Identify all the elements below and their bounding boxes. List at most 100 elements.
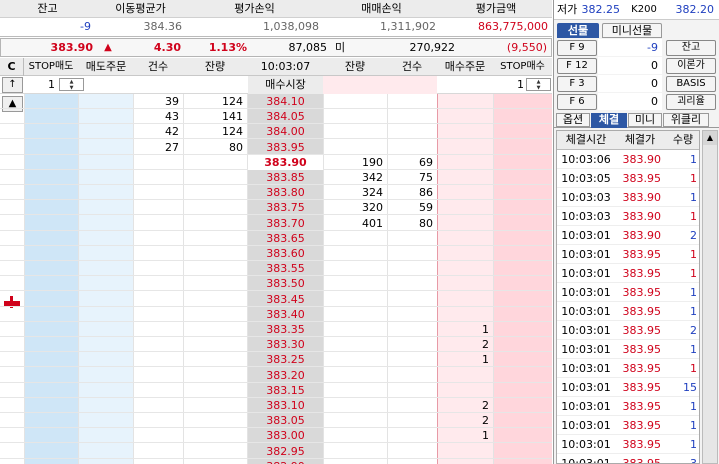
futures-tabs: 선물 미니선물 — [554, 21, 719, 38]
book-price[interactable]: 383.55 — [248, 261, 323, 276]
sell-count[interactable]: 43 — [133, 109, 183, 124]
trade-price: 383.90 — [622, 153, 662, 166]
function-key-button[interactable]: F 9 — [557, 40, 597, 56]
key-rows: F 9 -9 잔고 F 12 0 이론가 F 3 0 BASIS F 6 0 괴리율 — [554, 39, 719, 111]
trade-qty: 2 — [690, 229, 697, 242]
mi-label: 미 — [334, 41, 346, 54]
sell-count[interactable]: 27 — [133, 140, 183, 155]
buy-order-qty[interactable]: 1 — [437, 352, 493, 367]
book-row: 383.50 — [0, 276, 552, 291]
book-price[interactable]: 383.45 — [248, 292, 323, 307]
buy-remain[interactable]: 320 — [323, 200, 387, 215]
book-price[interactable]: 383.75 — [248, 200, 323, 215]
stop-buy-qty-input[interactable]: 1 — [493, 76, 528, 94]
trade-row: 10:03:01 383.95 1 — [557, 264, 699, 283]
scroll-up-button[interactable]: ↑ — [2, 77, 23, 93]
sell-count[interactable]: 42 — [133, 124, 183, 139]
market-buy-button[interactable]: 매수시장 — [248, 76, 323, 94]
book-price[interactable]: 383.25 — [248, 352, 323, 367]
book-price[interactable]: 383.65 — [248, 231, 323, 246]
trade-row: 10:03:01 383.95 1 — [557, 359, 699, 378]
trade-row: 10:03:01 383.95 15 — [557, 378, 699, 397]
sell-count[interactable]: 39 — [133, 94, 183, 109]
book-price[interactable]: 383.85 — [248, 170, 323, 185]
book-row: 383.40 — [0, 307, 552, 322]
buy-remain[interactable]: 190 — [323, 155, 387, 170]
buy-order-qty[interactable]: 1 — [437, 428, 493, 443]
buy-order-qty[interactable]: 2 — [437, 413, 493, 428]
buy-order-qty[interactable]: 1 — [437, 322, 493, 337]
book-price[interactable]: 383.30 — [248, 337, 323, 352]
book-price[interactable]: 384.05 — [248, 109, 323, 124]
function-action-button[interactable]: 이론가 — [666, 58, 716, 74]
header-sell-remain: 잔량 — [204, 60, 226, 73]
sell-remain[interactable]: 124 — [183, 94, 247, 109]
book-price[interactable]: 383.90 — [248, 155, 323, 170]
trade-time: 10:03:01 — [561, 229, 611, 242]
book-price[interactable]: 383.60 — [248, 246, 323, 261]
trade-time: 10:03:01 — [561, 438, 611, 451]
buy-remain[interactable]: 324 — [323, 185, 387, 200]
trade-qty: 1 — [690, 248, 697, 261]
subtab-weekly[interactable]: 위클리 — [663, 113, 709, 127]
book-price[interactable]: 383.70 — [248, 216, 323, 231]
tab-mini-futures[interactable]: 미니선물 — [602, 23, 662, 38]
function-key-button[interactable]: F 3 — [557, 76, 597, 92]
scrollbar-up-icon[interactable]: ▲ — [703, 131, 717, 145]
book-price[interactable]: 383.10 — [248, 398, 323, 413]
buy-order-qty[interactable]: 2 — [437, 337, 493, 352]
trade-time: 10:03:01 — [561, 305, 611, 318]
book-price[interactable]: 383.80 — [248, 185, 323, 200]
buy-count[interactable]: 80 — [387, 216, 437, 231]
subtab-mini[interactable]: 미니 — [628, 113, 662, 127]
book-price[interactable]: 384.10 — [248, 94, 323, 109]
subtab-options[interactable]: 옵션 — [556, 113, 590, 127]
trades-scrollbar[interactable]: ▲ — [702, 130, 718, 464]
book-price[interactable]: 382.95 — [248, 444, 323, 459]
header-buy-count: 건수 — [401, 60, 423, 73]
stop-sell-qty-input[interactable]: 1 — [24, 76, 59, 94]
tab-futures[interactable]: 선물 — [557, 23, 599, 38]
stop-sell-qty-spinner[interactable]: ▲ ▼ — [59, 78, 84, 91]
buy-order-qty[interactable]: 2 — [437, 398, 493, 413]
book-price[interactable]: 384.00 — [248, 124, 323, 139]
book-price[interactable]: 383.15 — [248, 383, 323, 398]
buy-count[interactable]: 69 — [387, 155, 437, 170]
book-price[interactable]: 383.40 — [248, 307, 323, 322]
buy-count[interactable]: 86 — [387, 185, 437, 200]
buy-remain[interactable]: 401 — [323, 216, 387, 231]
trade-price: 383.95 — [622, 286, 662, 299]
subtab-trades[interactable]: 체결 — [591, 113, 627, 128]
trade-row: 10:03:01 383.95 1 — [557, 397, 699, 416]
summary-header-trade-pl: 매매손익 — [361, 2, 402, 15]
buy-count[interactable]: 75 — [387, 170, 437, 185]
function-key-value: 0 — [598, 93, 662, 110]
stop-buy-qty-spinner[interactable]: ▲ ▼ — [526, 78, 551, 91]
sell-remain[interactable]: 80 — [183, 140, 247, 155]
book-price[interactable]: 382.90 — [248, 459, 323, 464]
book-price[interactable]: 383.50 — [248, 276, 323, 291]
book-row: 383.20 — [0, 368, 552, 383]
book-price[interactable]: 383.35 — [248, 322, 323, 337]
spin-down-icon[interactable]: ▼ — [527, 85, 550, 91]
book-price[interactable]: 383.05 — [248, 413, 323, 428]
buy-remain[interactable]: 342 — [323, 170, 387, 185]
function-action-button[interactable]: 잔고 — [666, 40, 716, 56]
function-key-button[interactable]: F 6 — [557, 94, 597, 110]
book-price[interactable]: 383.95 — [248, 140, 323, 155]
function-key-button[interactable]: F 12 — [557, 58, 597, 74]
sub-tabs: 옵션 체결 미니 위클리 — [554, 112, 719, 128]
function-action-button[interactable]: 괴리율 — [666, 94, 716, 110]
trade-price: 383.90 — [622, 191, 662, 204]
buy-count[interactable]: 59 — [387, 200, 437, 215]
function-action-button[interactable]: BASIS — [666, 76, 716, 92]
sell-remain[interactable]: 141 — [183, 109, 247, 124]
buy-market-area[interactable] — [323, 76, 437, 94]
book-price[interactable]: 383.00 — [248, 428, 323, 443]
book-row: 382.90 — [0, 459, 552, 464]
sell-remain[interactable]: 124 — [183, 124, 247, 139]
spin-down-icon[interactable]: ▼ — [60, 85, 83, 91]
clear-button[interactable]: C — [0, 58, 24, 76]
book-price[interactable]: 383.20 — [248, 368, 323, 383]
trade-row: 10:03:01 383.95 1 — [557, 245, 699, 264]
